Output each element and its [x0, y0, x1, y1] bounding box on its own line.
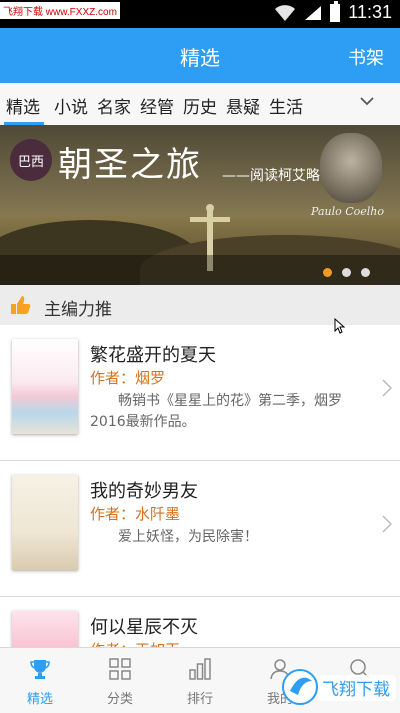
category-tabs: 精选 小说 名家 经管 历史 悬疑 生活	[0, 83, 400, 126]
book-title: 繁花盛开的夏天	[90, 345, 216, 366]
mouse-cursor-icon	[334, 318, 346, 334]
banner-author: Paulo Coelho	[311, 205, 384, 218]
chevron-down-icon[interactable]	[360, 94, 374, 108]
grid-icon	[109, 658, 131, 680]
book-item[interactable]: 我的奇妙男友 作者：水阡墨 爱上妖怪，为民除害！	[0, 461, 400, 597]
book-description: 爱上妖怪，为民除害！	[118, 529, 258, 545]
signal-icon	[305, 5, 322, 20]
carousel-dot[interactable]	[323, 268, 332, 277]
book-author: 作者：水阡墨	[90, 505, 181, 523]
book-description: 畅销书《星星上的花》第二季，烟罗2016最新作品。	[90, 393, 342, 430]
book-list: 繁花盛开的夏天 作者：烟罗 畅销书《星星上的花》第二季，烟罗2016最新作品。 …	[0, 325, 400, 647]
chevron-right-icon	[382, 379, 392, 397]
carousel-dots	[323, 268, 370, 277]
watermark-logo-text: 飞翔下载	[322, 680, 390, 700]
tab-history[interactable]: 历史	[183, 93, 217, 118]
clock: 11:31	[348, 2, 392, 22]
author-portrait	[320, 133, 382, 203]
tab-business[interactable]: 经管	[140, 93, 174, 118]
nav-label: 排行	[186, 692, 213, 707]
banner-subtitle: ——阅读柯艾略	[222, 168, 320, 184]
tab-novel[interactable]: 小说	[54, 93, 88, 118]
bookshelf-button[interactable]: 书架	[348, 44, 384, 70]
book-author: 作者：天如玉	[90, 639, 180, 647]
section-title: 主编力推	[44, 300, 112, 320]
book-cover	[12, 339, 78, 434]
bar-chart-icon	[189, 658, 211, 680]
promo-banner[interactable]: 巴西 朝圣之旅 ——阅读柯艾略 Paulo Coelho	[0, 125, 400, 285]
book-author: 作者：烟罗	[90, 369, 166, 387]
wifi-icon	[275, 4, 296, 21]
nav-featured[interactable]: 精选	[0, 648, 80, 713]
watermark-text: 飞翔下载 www.FXXZ.com	[0, 2, 120, 19]
book-title: 我的奇妙男友	[90, 481, 198, 502]
book-title: 何以星辰不灭	[90, 617, 198, 638]
book-cover	[12, 611, 78, 647]
thumbs-up-icon	[11, 296, 31, 314]
tab-featured[interactable]: 精选	[6, 93, 40, 118]
tab-mystery[interactable]: 悬疑	[226, 93, 260, 118]
nav-ranking[interactable]: 排行	[160, 648, 240, 713]
page-title: 精选	[180, 46, 220, 70]
battery-icon	[330, 0, 341, 22]
nav-label: 精选	[26, 692, 53, 707]
app-header: 精选 书架	[0, 28, 400, 83]
tab-life[interactable]: 生活	[269, 93, 303, 118]
nav-category[interactable]: 分类	[80, 648, 160, 713]
book-item[interactable]: 何以星辰不灭 作者：天如玉	[0, 597, 400, 647]
chevron-right-icon	[382, 515, 392, 533]
carousel-dot[interactable]	[361, 268, 370, 277]
status-bar: 飞翔下载 www.FXXZ.com 11:31	[0, 0, 400, 28]
banner-seal: 巴西	[10, 139, 52, 181]
tab-masters[interactable]: 名家	[97, 93, 131, 118]
watermark-logo: 飞翔下载	[282, 669, 396, 705]
trophy-icon	[30, 660, 50, 679]
book-item[interactable]: 繁花盛开的夏天 作者：烟罗 畅销书《星星上的花》第二季，烟罗2016最新作品。	[0, 325, 400, 461]
book-cover	[12, 475, 78, 570]
nav-label: 分类	[106, 692, 133, 707]
carousel-dot[interactable]	[342, 268, 351, 277]
banner-title: 朝圣之旅	[58, 145, 202, 185]
